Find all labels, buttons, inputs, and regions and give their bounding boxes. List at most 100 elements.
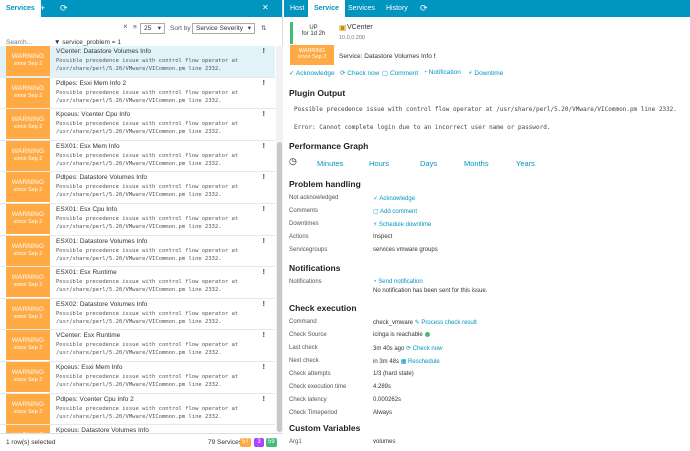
state-badge: WARNINGsince Sep 2	[6, 172, 50, 203]
service-title[interactable]: ESX01: Esx Runtime	[56, 269, 117, 276]
check-now-link[interactable]: ⟳ Check now	[406, 346, 442, 352]
state-since: since Sep 2	[13, 376, 43, 383]
service-title[interactable]: Kpceus: Vcenter Cpu Info	[56, 111, 130, 118]
limit-select[interactable]: 25 ▾	[140, 23, 165, 34]
add-tab-icon[interactable]: +	[40, 2, 45, 14]
state-since: since Sep 2	[13, 408, 43, 415]
list-item[interactable]: WARNING since Sep 2 VCenter: Esx Runtime Po…	[0, 330, 275, 362]
close-filter-icon[interactable]: ×	[123, 22, 128, 31]
host-name[interactable]: VCenter	[347, 24, 373, 31]
list-item[interactable]: WARNING since Sep 2 Pdlpes: Vcenter Cpu In…	[0, 393, 275, 426]
list-item[interactable]: WARNINGsince Sep 2Kpceus: Datastore Volu…	[0, 425, 275, 433]
inspect-link[interactable]: Inspect	[373, 234, 392, 240]
refresh-icon[interactable]: ⟳	[60, 2, 68, 14]
schedule-downtime-link[interactable]: ⚡ Schedule downtime	[373, 221, 431, 228]
state-since: since Sep 2	[13, 218, 43, 225]
service-title[interactable]: Pdlpes: Esxi Mem Info 2	[56, 80, 126, 87]
notification-action[interactable]: ◔ Notification	[423, 69, 461, 76]
list-item[interactable]: WARNING since Sep 2 Pdlpes: Datastore Volu…	[0, 172, 275, 204]
service-title[interactable]: Pdlpes: Datastore Volumes Info	[56, 174, 147, 181]
service-output: Possible precedence issue with control f…	[56, 152, 239, 167]
comment-label: Comment	[389, 70, 419, 77]
service-title[interactable]: ESX01: Esx Cpu Info	[56, 206, 117, 213]
tab-history[interactable]: History	[380, 0, 414, 17]
perf-link-minutes[interactable]: Minutes	[317, 159, 343, 168]
perf-link-days[interactable]: Days	[420, 159, 437, 168]
service-title[interactable]: VCenter: Esx Runtime	[56, 332, 120, 339]
list-scrollbar[interactable]	[276, 46, 283, 433]
state-since: since Sep 2	[13, 92, 43, 99]
check-source-value: icinga is reachable	[373, 332, 430, 338]
check-timeperiod-label: Check Timeperiod	[289, 410, 338, 416]
acknowledge-action[interactable]: ✓ Acknowledge	[289, 69, 335, 77]
comment-action[interactable]: ▢ Comment	[382, 69, 418, 77]
host-icon: ▣	[339, 23, 347, 32]
acknowledge-link[interactable]: ✓ Acknowledge	[373, 195, 415, 202]
search-input[interactable]	[6, 39, 42, 46]
service-title[interactable]: Pdlpes: Vcenter Cpu Info 2	[56, 396, 134, 403]
next-check-label: Next check	[289, 358, 319, 364]
ok-count-badge[interactable]: 59	[266, 438, 277, 447]
service-title[interactable]: ESX02: Datastore Volumes Info	[56, 301, 147, 308]
list-item[interactable]: WARNING since Sep 2 ESX01: Esx Runtime Poss…	[0, 267, 275, 299]
comment-icon: ▢	[382, 70, 389, 77]
list-item[interactable]: WARNING since Sep 2 ESX01: Esx Mem Info Pos…	[0, 140, 275, 173]
service-output: Possible precedence issue with control f…	[56, 247, 239, 262]
reschedule-label: Reschedule	[408, 359, 440, 365]
check-now-action[interactable]: ⟳ Check now	[340, 69, 379, 77]
sort-direction-icon[interactable]: ⇅	[261, 24, 266, 32]
tab-host[interactable]: Host	[284, 0, 310, 17]
list-item[interactable]: WARNING since Sep 2 VCenter: Datastore Vol…	[0, 46, 275, 78]
servicegroups-value[interactable]: services vmware groups	[373, 247, 438, 253]
state-text: WARNING	[11, 84, 45, 92]
send-notification-link[interactable]: ◔ Send notification	[373, 279, 423, 285]
service-output: Possible precedence issue with control f…	[56, 310, 239, 325]
list-item[interactable]: WARNING since Sep 2 ESX01: Esx Cpu Info Pos…	[0, 203, 275, 236]
command-name: check_vmware	[373, 320, 414, 326]
chevron-down-icon: ▾	[247, 25, 251, 32]
flapping-flag: !	[433, 53, 436, 60]
scrollbar-thumb[interactable]	[277, 142, 282, 432]
edit-icon: ✎	[414, 320, 420, 326]
close-pane-icon[interactable]: ✕	[262, 2, 269, 14]
check-attempts-label: Check attempts	[289, 371, 331, 377]
perf-link-years[interactable]: Years	[516, 159, 535, 168]
servicegroups-label: Servicegroups	[289, 247, 328, 253]
tab-services[interactable]: Services	[0, 0, 41, 17]
reschedule-link[interactable]: ▦ Reschedule	[401, 359, 440, 365]
list-item[interactable]: WARNING since Sep 2 Kpceus: Esxi Mem Info P…	[0, 361, 275, 394]
list-item[interactable]: WARNING since Sep 2 ESX02: Datastore Volum…	[0, 298, 275, 331]
plugin-output-line-2: Error: Cannot complete login due to an i…	[294, 124, 551, 131]
tab-service[interactable]: Service	[308, 0, 345, 17]
filter-text[interactable]: ▼ service_problem = 1	[54, 39, 121, 46]
state-badge: WARNINGsince Sep 2	[6, 203, 50, 234]
list-item[interactable]: WARNING since Sep 2 Kpceus: Vcenter Cpu In…	[0, 109, 275, 141]
process-check-result-link[interactable]: ✎ Process check result	[415, 320, 477, 326]
service-title[interactable]: ESX01: Esx Mem Info	[56, 143, 120, 150]
flapping-flag: !	[262, 395, 265, 403]
list-item[interactable]: WARNING since Sep 2 Pdlpes: Esxi Mem Info …	[0, 77, 275, 110]
service-title[interactable]: Kpceus: Esxi Mem Info	[56, 364, 122, 371]
service-state-badge: WARNING since Sep 2	[290, 45, 334, 65]
service-output: Possible precedence issue with control f…	[56, 373, 239, 388]
perf-link-hours[interactable]: Hours	[369, 159, 389, 168]
downtime-action[interactable]: ⚡ Downtime	[468, 69, 503, 77]
perf-link-months[interactable]: Months	[464, 159, 489, 168]
service-title[interactable]: VCenter: Datastore Volumes Info	[56, 48, 151, 55]
plugin-output-heading: Plugin Output	[289, 88, 346, 98]
service-output: Possible precedence issue with control f…	[56, 89, 239, 104]
sort-select[interactable]: Service Severity ▾	[192, 23, 255, 34]
chevron-down-icon: ▾	[157, 25, 161, 32]
limit-value: 25	[144, 25, 152, 32]
add-comment-link[interactable]: ▢ Add comment	[373, 208, 417, 215]
refresh-icon[interactable]: ⟳	[420, 2, 428, 14]
warning-count-badge[interactable]: 57	[240, 438, 251, 447]
tab-services[interactable]: Services	[342, 0, 381, 17]
list-item[interactable]: WARNING since Sep 2 ESX01: Datastore Volum…	[0, 235, 275, 268]
command-label: Command	[289, 319, 317, 325]
service-title[interactable]: ESX01: Datastore Volumes Info	[56, 238, 147, 245]
unknown-count-badge[interactable]: 3	[254, 438, 264, 447]
flapping-flag: !	[262, 269, 265, 277]
service-output: Possible precedence issue with control f…	[56, 215, 239, 230]
state-text: WARNING	[11, 179, 45, 187]
